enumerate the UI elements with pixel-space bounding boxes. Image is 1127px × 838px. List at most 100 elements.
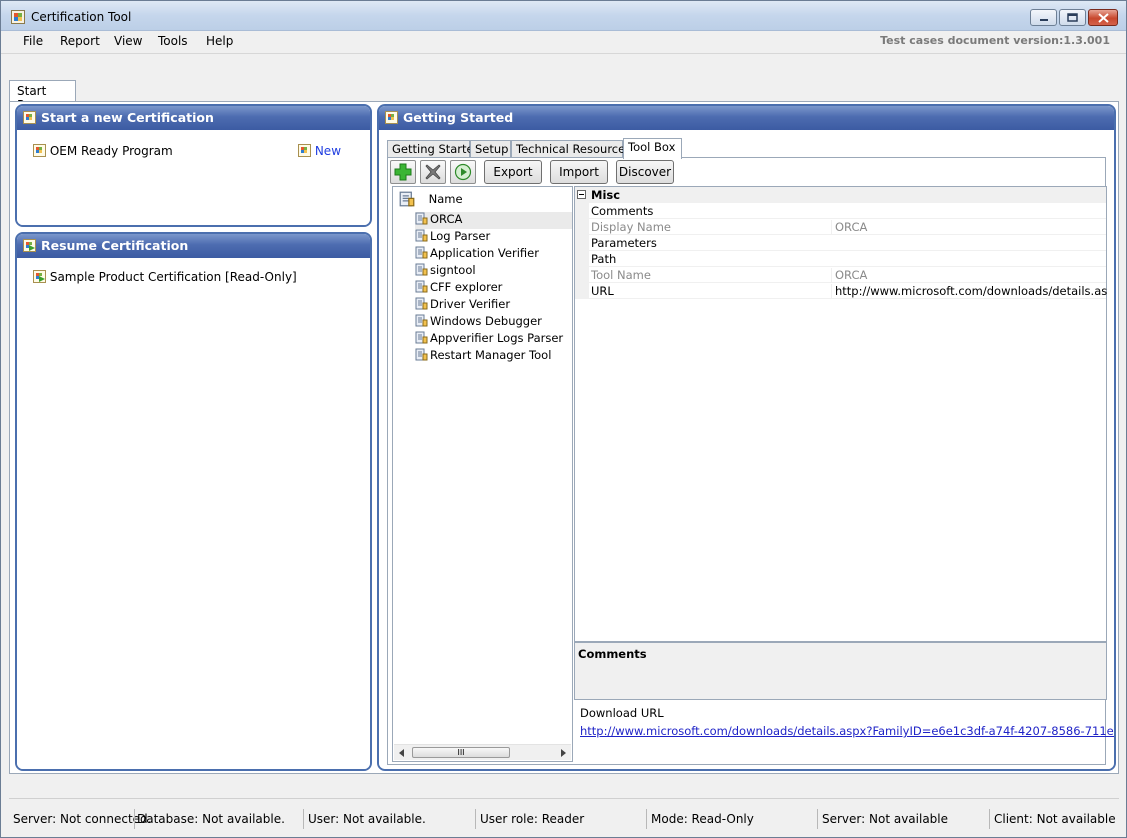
menu-view[interactable]: View — [114, 34, 142, 48]
maximize-button[interactable] — [1059, 9, 1086, 26]
program-icon — [33, 144, 46, 157]
start-certification-panel: Start a new Certification OEM Ready Prog… — [15, 104, 372, 227]
property-row-comments[interactable]: Comments — [575, 203, 1106, 219]
new-link-label: New — [314, 144, 342, 158]
property-row-path[interactable]: Path — [575, 251, 1106, 267]
tools-header-icon — [399, 191, 415, 207]
status-database: Database: Not available. — [137, 812, 285, 826]
category-misc[interactable]: Misc — [575, 187, 1106, 203]
app-window: Certification Tool File Report View Tool… — [0, 0, 1127, 838]
tool-icon — [415, 280, 428, 293]
status-server: Server: Not connected. — [13, 812, 152, 826]
tool-item-application-verifier[interactable]: Application Verifier — [415, 246, 539, 263]
tool-box-content: Export Import Discover Name ORCA Log Par… — [387, 157, 1114, 765]
add-icon — [394, 163, 412, 181]
menu-file[interactable]: File — [23, 34, 43, 48]
tool-icon — [415, 263, 428, 276]
add-tool-button[interactable] — [390, 160, 416, 184]
import-button[interactable]: Import — [550, 160, 608, 184]
tool-item-log-parser[interactable]: Log Parser — [415, 229, 490, 246]
tab-start-page[interactable]: Start Page — [9, 80, 76, 112]
certification-item-icon — [33, 270, 46, 283]
tool-icon — [415, 246, 428, 259]
tool-item-restart-manager-tool[interactable]: Restart Manager Tool — [415, 348, 551, 365]
property-name: Tool Name — [591, 268, 651, 282]
app-logo-icon — [11, 10, 25, 24]
resume-certification-header: Resume Certification — [17, 234, 370, 258]
discover-button[interactable]: Discover — [616, 160, 674, 184]
tool-list-header[interactable]: Name — [399, 191, 463, 209]
start-certification-body: OEM Ready Program New — [17, 130, 370, 225]
tool-item-label: CFF explorer — [430, 280, 503, 294]
download-url-label: Download URL — [580, 706, 664, 720]
tab-setup[interactable]: Setup — [470, 140, 511, 158]
menu-help[interactable]: Help — [206, 34, 233, 48]
tool-item-label: Log Parser — [430, 229, 491, 243]
property-row-url[interactable]: URL http://www.microsoft.com/downloads/d… — [575, 283, 1107, 299]
minimize-icon — [1039, 18, 1048, 21]
download-url-link[interactable]: http://www.microsoft.com/downloads/detai… — [580, 724, 1114, 738]
tool-icon — [415, 212, 428, 225]
property-description: Comments — [574, 642, 1107, 700]
menu-report[interactable]: Report — [60, 34, 100, 48]
resume-icon — [23, 239, 36, 252]
property-row-tool-name[interactable]: Tool Name ORCA — [575, 267, 1106, 283]
property-row-parameters[interactable]: Parameters — [575, 235, 1106, 251]
resume-certification-body: Sample Product Certification [Read-Only] — [17, 258, 370, 769]
tool-item-cff-explorer[interactable]: CFF explorer — [415, 280, 502, 297]
menu-bar: File Report View Tools Help Test cases d… — [1, 31, 1126, 53]
close-button[interactable] — [1088, 9, 1118, 26]
tool-item-windows-debugger[interactable]: Windows Debugger — [415, 314, 542, 331]
status-user: User: Not available. — [308, 812, 426, 826]
tab-getting-started[interactable]: Getting Started — [387, 140, 481, 158]
start-certification-title: Start a new Certification — [41, 110, 214, 125]
new-certification-link[interactable]: New — [298, 144, 341, 158]
scroll-right-icon[interactable] — [559, 749, 567, 757]
tab-technical-resources[interactable]: Technical Resources — [511, 140, 631, 158]
tool-icon — [415, 331, 428, 344]
menu-tools[interactable]: Tools — [158, 34, 188, 48]
close-icon — [1097, 12, 1109, 23]
resume-certification-title: Resume Certification — [41, 238, 189, 253]
play-icon — [454, 163, 472, 181]
getting-started-title: Getting Started — [403, 110, 514, 125]
run-tool-button[interactable] — [450, 160, 476, 184]
new-icon — [298, 144, 311, 157]
tool-icon — [415, 314, 428, 327]
tool-item-orca[interactable]: ORCA — [415, 212, 572, 229]
tool-item-driver-verifier[interactable]: Driver Verifier — [415, 297, 510, 314]
tool-item-appverifier-logs-parser[interactable]: Appverifier Logs Parser — [415, 331, 563, 348]
tool-icon — [415, 297, 428, 310]
tool-item-label: ORCA — [430, 212, 463, 226]
property-description-title: Comments — [578, 647, 647, 661]
resume-item[interactable]: Sample Product Certification [Read-Only] — [33, 270, 297, 284]
tool-list-horizontal-scrollbar[interactable]: III — [394, 744, 571, 760]
scroll-thumb[interactable]: III — [412, 747, 510, 758]
tool-list: Name ORCA Log Parser Application Verifie… — [392, 186, 573, 762]
program-item[interactable]: OEM Ready Program — [33, 144, 173, 158]
status-server-availability: Server: Not available — [822, 812, 948, 826]
property-row-display-name[interactable]: Display Name ORCA — [575, 219, 1106, 235]
collapse-icon[interactable] — [577, 190, 586, 199]
property-name: URL — [591, 284, 614, 298]
start-certification-header: Start a new Certification — [17, 106, 370, 130]
property-grid: Misc Comments Display Name ORCA Paramete… — [574, 186, 1107, 642]
title-bar[interactable]: Certification Tool — [1, 1, 1126, 31]
tool-item-label: Appverifier Logs Parser — [430, 331, 564, 345]
scroll-left-icon[interactable] — [398, 749, 406, 757]
tool-item-signtool[interactable]: signtool — [415, 263, 476, 280]
getting-started-icon — [385, 111, 398, 124]
status-client: Client: Not available — [994, 812, 1116, 826]
minimize-button[interactable] — [1030, 9, 1057, 26]
tab-tool-box[interactable]: Tool Box — [623, 138, 682, 159]
property-value[interactable]: http://www.microsoft.com/downloads/detai… — [831, 284, 1107, 298]
property-name: Parameters — [591, 236, 657, 250]
delete-tool-button[interactable] — [420, 160, 446, 184]
property-value: ORCA — [831, 268, 1107, 282]
tool-item-label: Application Verifier — [430, 246, 539, 260]
property-name: Path — [591, 252, 617, 266]
getting-started-header: Getting Started — [379, 106, 1114, 130]
tool-item-label: Driver Verifier — [430, 297, 511, 311]
export-button[interactable]: Export — [484, 160, 542, 184]
window-title: Certification Tool — [31, 10, 132, 24]
